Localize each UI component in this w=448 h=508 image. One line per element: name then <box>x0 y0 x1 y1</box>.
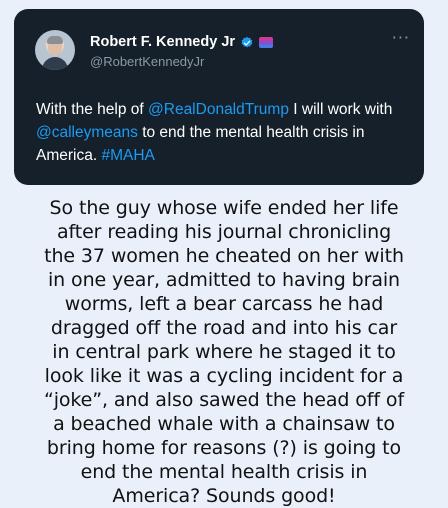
avatar-hair <box>47 36 63 44</box>
caption-line: look like it was a cycling incident for … <box>44 365 404 387</box>
user-handle[interactable]: @RobertKennedyJr <box>90 54 204 70</box>
mention-realdonaldtrump[interactable]: @RealDonaldTrump <box>148 101 289 118</box>
more-options-icon[interactable]: ··· <box>392 30 410 46</box>
avatar-shoulders <box>42 57 68 70</box>
caption-line: end the mental health crisis in <box>80 461 368 483</box>
caption-line: in central park where he staged it to <box>52 341 396 363</box>
caption-line: worms, left a bear carcass he had <box>64 293 384 315</box>
caption-text: So the guy whose wife ended her life aft… <box>6 196 442 508</box>
tweet-text-part: With the help of <box>36 101 149 118</box>
avatar[interactable] <box>35 30 75 70</box>
caption-line: America? Sounds good! <box>112 485 336 507</box>
flag-icon <box>259 37 274 48</box>
caption-line: bring home for reasons (?) is going to <box>46 437 402 459</box>
caption-line: a beached whale with a chainsaw to <box>53 413 395 435</box>
caption-line: “joke”, and also sawed the head off of <box>43 389 405 411</box>
hashtag-maha[interactable]: #MAHA <box>101 147 154 164</box>
caption-line: dragged off the road and into his car <box>50 317 398 339</box>
caption-line: So the guy whose wife ended her life <box>49 197 399 219</box>
verified-badge-icon <box>241 36 253 47</box>
tweet-text-part: I will work with <box>288 101 393 118</box>
caption-line: the 37 women he cheated on her with <box>44 245 404 267</box>
tweet-card: Robert F. Kennedy Jr @RobertKennedyJr ··… <box>14 9 424 185</box>
mention-calleymeans[interactable]: @calleymeans <box>36 124 138 141</box>
name-row: Robert F. Kennedy Jr <box>90 34 274 51</box>
display-name[interactable]: Robert F. Kennedy Jr <box>90 34 235 51</box>
caption-line: after reading his journal chronicling <box>56 221 392 243</box>
caption-line: in one year, admitted to having brain <box>47 269 400 291</box>
tweet-text: With the help of @RealDonaldTrump I will… <box>36 98 406 167</box>
